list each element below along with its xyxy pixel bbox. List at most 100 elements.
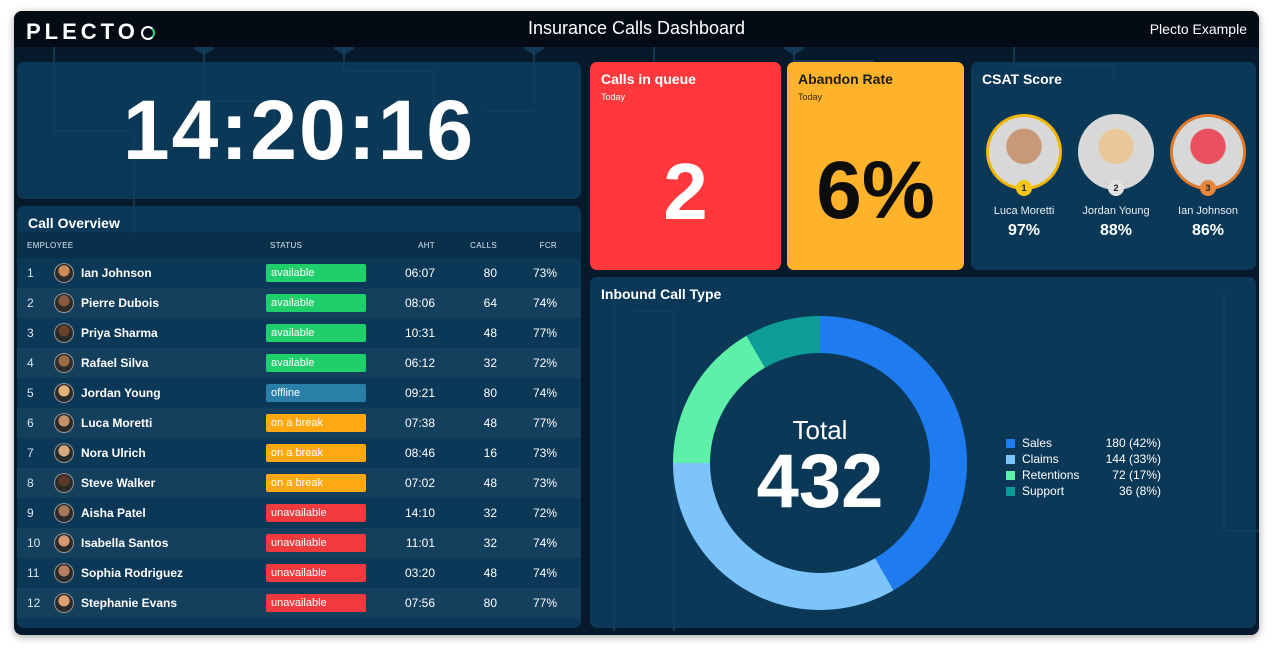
table-header: EMPLOYEE STATUS AHT CALLS FCR [17,232,581,258]
fcr-value: 74% [532,566,557,580]
employee-avatar [54,383,74,403]
inbound-call-type-title: Inbound Call Type [601,286,722,302]
row-rank: 7 [27,446,34,460]
employee-avatar [54,413,74,433]
status-badge: available [266,294,366,312]
calls-value: 48 [483,416,497,430]
fcr-value: 77% [532,416,557,430]
employee-avatar [54,593,74,613]
employee-name: Steve Walker [81,476,156,490]
row-rank: 2 [27,296,34,310]
csat-avatar-ring: 3 [1170,114,1246,196]
donut-total-value: 432 [757,439,884,524]
calls-in-queue-widget: Calls in queue Today 2 [590,62,781,270]
employee-avatar [54,503,74,523]
csat-person-score: 86% [1191,222,1225,239]
csat-person-score: 88% [1099,222,1133,239]
legend-item: Claims 144 (33%) [1006,452,1176,468]
csat-person-name: Jordan Young [1082,205,1150,217]
employee-name: Ian Johnson [81,266,152,280]
employee-avatar [54,443,74,463]
fcr-value: 74% [532,536,557,550]
csat-avatar [1173,117,1243,187]
employee-name: Sophia Rodriguez [81,566,183,580]
employee-name: Nora Ulrich [81,446,146,460]
top-bar: PLECTO Insurance Calls Dashboard Plecto … [14,11,1259,47]
status-badge: offline [266,384,366,402]
dashboard-frame: PLECTO Insurance Calls Dashboard Plecto … [14,11,1259,635]
calls-in-queue-title: Calls in queue [601,71,696,87]
csat-place-badge: 3 [1200,180,1216,196]
table-row[interactable]: 7 Nora Ulrich on a break 08:46 16 73% [17,438,581,468]
inbound-call-type-widget: Inbound Call Type Total 432 Sales 180 (42… [590,277,1256,628]
status-badge: unavailable [266,564,366,582]
calls-value: 48 [483,326,497,340]
row-rank: 12 [27,596,41,610]
aht-value: 08:06 [404,296,435,310]
table-row[interactable]: 3 Priya Sharma available 10:31 48 77% [17,318,581,348]
table-row[interactable]: 5 Jordan Young offline 09:21 80 74% [17,378,581,408]
fcr-value: 72% [532,506,557,520]
status-badge: unavailable [266,504,366,522]
calls-value: 32 [483,536,497,550]
table-row[interactable]: 10 Isabella Santos unavailable 11:01 32 74% [17,528,581,558]
csat-person: 2 Jordan Young 88% [1073,114,1159,240]
csat-person-name: Ian Johnson [1178,205,1238,217]
csat-place-badge: 1 [1016,180,1032,196]
table-row[interactable]: 9 Aisha Patel unavailable 14:10 32 72% [17,498,581,528]
column-header-status: STATUS [270,241,303,250]
legend-swatch [1006,487,1015,496]
row-rank: 9 [27,506,34,520]
table-row[interactable]: 6 Luca Moretti on a break 07:38 48 77% [17,408,581,438]
employee-avatar [54,293,74,313]
fcr-value: 74% [532,386,557,400]
row-rank: 5 [27,386,34,400]
row-rank: 3 [27,326,34,340]
legend-value: 72 (17%) [1112,468,1161,482]
status-badge: unavailable [266,534,366,552]
csat-avatar [1081,117,1151,187]
table-row[interactable]: 12 Stephanie Evans unavailable 07:56 80 77% [17,588,581,618]
row-rank: 8 [27,476,34,490]
aht-value: 11:01 [405,536,435,550]
organization-name: Plecto Example [1149,21,1247,37]
table-row[interactable]: 4 Rafael Silva available 06:12 32 72% [17,348,581,378]
legend-swatch [1006,471,1015,480]
table-row[interactable]: 2 Pierre Dubois available 08:06 64 74% [17,288,581,318]
fcr-value: 73% [532,476,557,490]
legend-item: Retentions 72 (17%) [1006,468,1176,484]
row-rank: 1 [27,266,34,280]
calls-in-queue-period: Today [601,92,626,102]
csat-avatar [989,117,1059,187]
fcr-value: 72% [532,356,557,370]
calls-value: 48 [483,476,497,490]
employee-avatar [54,323,74,343]
legend-swatch [1006,455,1015,464]
column-header-employee: EMPLOYEE [27,241,74,250]
status-badge: available [266,324,366,342]
employee-name: Isabella Santos [81,536,169,550]
csat-place-badge: 2 [1108,180,1124,196]
employee-name: Pierre Dubois [81,296,160,310]
aht-value: 06:12 [404,356,435,370]
aht-value: 03:20 [404,566,435,580]
fcr-value: 77% [532,326,557,340]
employee-avatar [54,263,74,283]
employee-avatar [54,563,74,583]
table-row[interactable]: 11 Sophia Rodriguez unavailable 03:20 48 74% [17,558,581,588]
table-row[interactable]: 1 Ian Johnson available 06:07 80 73% [17,258,581,288]
calls-value: 16 [483,446,497,460]
donut-slice-retentions[interactable] [673,335,765,463]
legend-item: Support 36 (8%) [1006,484,1176,500]
status-badge: available [266,354,366,372]
calls-value: 80 [483,386,497,400]
chart-legend: Sales 180 (42%) Claims 144 (33%) Retentions 7… [1006,436,1176,500]
calls-value: 48 [483,566,497,580]
legend-label: Claims [1022,452,1059,466]
table-row[interactable]: 8 Steve Walker on a break 07:02 48 73% [17,468,581,498]
aht-value: 07:56 [404,596,435,610]
aht-value: 08:46 [404,446,435,460]
csat-person-score: 97% [1007,222,1041,239]
aht-value: 14:10 [404,506,435,520]
employee-name: Stephanie Evans [81,596,178,610]
